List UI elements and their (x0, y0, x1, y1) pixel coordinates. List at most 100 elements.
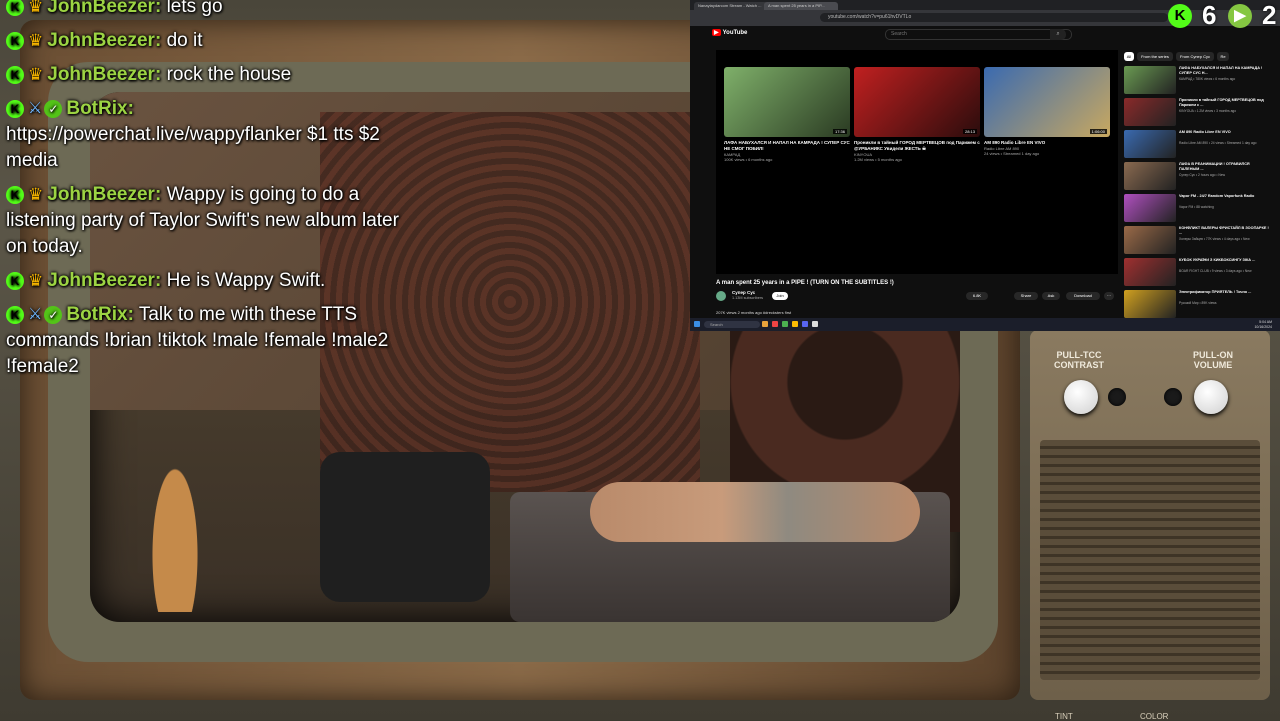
channel-row: Супер Сус 1.13M subscribers Join 6.8K Sh… (716, 290, 1126, 304)
app-icon[interactable] (772, 321, 778, 327)
video-card-meta: 24 views • Streamed 1 day ago (984, 151, 1040, 156)
crown-badge-icon: ♛ (28, 185, 44, 205)
kick-badge-icon: K (6, 0, 24, 16)
tab-stream[interactable]: Nanaytaydarcom Stream - Watch ... (694, 2, 768, 10)
search-icon[interactable]: ⌕ (1050, 29, 1066, 40)
recommendation-thumbnail[interactable] (1124, 98, 1176, 126)
chat-text: He is Wappy Swift. (166, 270, 326, 292)
more-icon[interactable]: ⋯ (1104, 292, 1114, 300)
download-button[interactable]: Download (1066, 292, 1100, 300)
chat-username[interactable]: JohnBeezer (47, 270, 155, 291)
chrome-icon[interactable] (792, 321, 798, 327)
kick-badge-icon: K (6, 186, 24, 205)
rumble-logo-icon: ▶ (1228, 4, 1252, 28)
recommendation-thumbnail[interactable] (1124, 162, 1176, 190)
video-thumbnail[interactable]: 28:13 (854, 67, 980, 137)
chat-message: K ♛ JohnBeezer: rock the house (6, 62, 401, 88)
channel-name[interactable]: Супер Сус (732, 290, 755, 295)
recommendation-thumbnail[interactable] (1124, 130, 1176, 158)
clock-date: 10/16/2024 (1254, 324, 1272, 329)
recommendation-item[interactable]: Vapor FM - 24/7 Random Vaporfunk Radio Va… (1124, 194, 1274, 222)
chat-username[interactable]: BotRix (66, 98, 127, 119)
app-icon[interactable] (782, 321, 788, 327)
recommendation-item[interactable]: AM 890 Radio Libre EN VIVO Radio Libre AM… (1124, 130, 1274, 158)
ask-button[interactable]: Ask (1042, 292, 1060, 300)
recommendation-meta: Холеры Зайцев • 77K views • 4 days ago •… (1179, 237, 1250, 241)
video-card[interactable]: 1:06:00 AM 890 Radio Libre EN VIVO Radio L… (984, 67, 1110, 156)
chat-username[interactable]: JohnBeezer (47, 30, 155, 51)
play-icon: ▶ (712, 29, 721, 36)
youtube-search-input[interactable]: Search (885, 29, 1072, 40)
recommendation-meta: Vapor FM • 88 watching (1179, 205, 1214, 209)
recommendation-thumbnail[interactable] (1124, 258, 1176, 286)
recommendation-item[interactable]: ЛАФА НАБУХАЛСЯ И НАПАЛ НА КАМРАДА ! СУПЕ… (1124, 66, 1274, 94)
video-description[interactable]: 207K views 2 months ago #drecksters firs… (716, 310, 791, 315)
video-thumbnail[interactable]: 1:06:00 (984, 67, 1110, 137)
chip-series[interactable]: From the series (1137, 52, 1173, 61)
chat-message: K ♛ JohnBeezer: Wappy is going to do a lis… (6, 182, 401, 260)
recommendation-title[interactable]: AM 890 Radio Libre EN VIVO (1179, 130, 1269, 135)
recommendation-item[interactable]: ЛАФА В РЕАНИМАЦИИ ! ОТРАВИЛСЯ ПАЛЕНЫМ ..… (1124, 162, 1274, 190)
duration-badge: 17:36 (832, 129, 847, 134)
chat-username[interactable]: BotRix (66, 304, 127, 325)
recommendation-item[interactable]: Проникли в тайный ГОРОД МЕРТВЕЦОВ под Па… (1124, 98, 1274, 126)
video-thumbnail[interactable]: 17:36 (724, 67, 850, 137)
recommendation-title[interactable]: Vapor FM - 24/7 Random Vaporfunk Radio (1179, 194, 1269, 199)
folder-icon[interactable] (762, 321, 768, 327)
recommendation-item[interactable]: КОНФЛИКТ ВАЛЕРЫ ФРИСТАЙЛ В ЗООПАРКЕ ! ..… (1124, 226, 1274, 254)
app-icon[interactable] (812, 321, 818, 327)
chat-username[interactable]: JohnBeezer (47, 64, 155, 85)
recommendation-thumbnail[interactable] (1124, 194, 1176, 222)
video-card-title[interactable]: ЛАФА НАБУХАЛСЯ И НАПАЛ НА КАМРАДА ! СУПЕ… (724, 140, 850, 152)
chat-separator: : (154, 0, 162, 18)
contrast-label: PULL-TCC CONTRAST (1054, 350, 1104, 370)
chat-username[interactable]: JohnBeezer (47, 184, 155, 205)
kick-viewer-count: 6 (1202, 0, 1217, 30)
chat-message: K ♛ JohnBeezer: do it (6, 28, 401, 54)
recommendation-thumbnail[interactable] (1124, 66, 1176, 94)
chip-all[interactable]: All (1124, 52, 1134, 61)
small-knob-left (1108, 388, 1126, 406)
chat-username[interactable]: JohnBeezer (47, 0, 155, 17)
recommendation-thumbnail[interactable] (1124, 290, 1176, 318)
chip-related[interactable]: Re (1217, 52, 1229, 61)
crown-badge-icon: ♛ (28, 271, 44, 291)
video-card-meta: 100K views • 6 months ago (724, 157, 773, 162)
recommendation-item[interactable]: КУБОК УКРАЇНИ З КИКБОКСИНГУ ЗІКА ... BOAR… (1124, 258, 1274, 286)
chat-message: K ♛ JohnBeezer: lets go (6, 0, 401, 20)
recommendation-title[interactable]: Проникли в тайный ГОРОД МЕРТВЕЦОВ под Па… (1179, 98, 1269, 108)
discord-icon[interactable] (802, 321, 808, 327)
video-card-title[interactable]: Проникли в тайный ГОРОД МЕРТВЕЦОВ под Па… (854, 140, 980, 152)
tab-youtube[interactable]: A man spent 25 years in a PIP... (764, 2, 838, 10)
recommendation-item[interactable]: Электрификатор ПРИЯТЕЛЬ ! Точно ... Русск… (1124, 290, 1274, 318)
volume-label: PULL-ON VOLUME (1193, 350, 1233, 370)
kick-badge-icon: K (6, 66, 24, 85)
recommendation-meta: BOAR FIGHT CLUB • 9 views • 3 days ago •… (1179, 269, 1252, 273)
recommendation-thumbnail[interactable] (1124, 226, 1176, 254)
join-button[interactable]: Join (772, 292, 788, 300)
chat-separator: : (127, 304, 134, 326)
recommendation-title[interactable]: КОНФЛИКТ ВАЛЕРЫ ФРИСТАЙЛ В ЗООПАРКЕ ! ..… (1179, 226, 1269, 236)
desk-chair (320, 452, 490, 602)
recommendation-title[interactable]: ЛАФА НАБУХАЛСЯ И НАПАЛ НА КАМРАДА ! СУПЕ… (1179, 66, 1269, 76)
taskbar-search[interactable]: Search (704, 321, 760, 328)
chat-separator: : (127, 98, 134, 120)
sleeping-person (590, 482, 920, 542)
channel-avatar[interactable] (716, 291, 726, 301)
start-icon[interactable] (694, 321, 700, 327)
recommendation-title[interactable]: КУБОК УКРАЇНИ З КИКБОКСИНГУ ЗІКА ... (1179, 258, 1269, 263)
share-button[interactable]: Share (1014, 292, 1038, 300)
kick-badge-icon: K (6, 32, 24, 51)
like-button[interactable]: 6.8K (966, 292, 988, 300)
video-card[interactable]: 17:36 ЛАФА НАБУХАЛСЯ И НАПАЛ НА КАМРАДА !… (724, 67, 850, 162)
youtube-logo[interactable]: ▶ YouTube (712, 29, 747, 36)
chat-text: https://powerchat.live/wappyflanker $1 t… (6, 124, 380, 172)
address-bar[interactable]: youtube.com/watch?v=pu61hvDVTLo (820, 13, 1168, 22)
chip-channel[interactable]: From Супер Сус (1176, 52, 1214, 61)
video-card[interactable]: 28:13 Проникли в тайный ГОРОД МЕРТВЕЦОВ п… (854, 67, 980, 162)
chat-overlay: K ♛ JohnBeezer: lets go K ♛ JohnBeezer: do it… (6, 0, 401, 388)
chat-text: rock the house (166, 64, 292, 86)
recommendation-title[interactable]: Электрификатор ПРИЯТЕЛЬ ! Точно ... (1179, 290, 1269, 295)
recommendation-title[interactable]: ЛАФА В РЕАНИМАЦИИ ! ОТРАВИЛСЯ ПАЛЕНЫМ ..… (1179, 162, 1269, 172)
windows-taskbar: Search 5:04 AM 10/16/2024 (690, 318, 1280, 331)
